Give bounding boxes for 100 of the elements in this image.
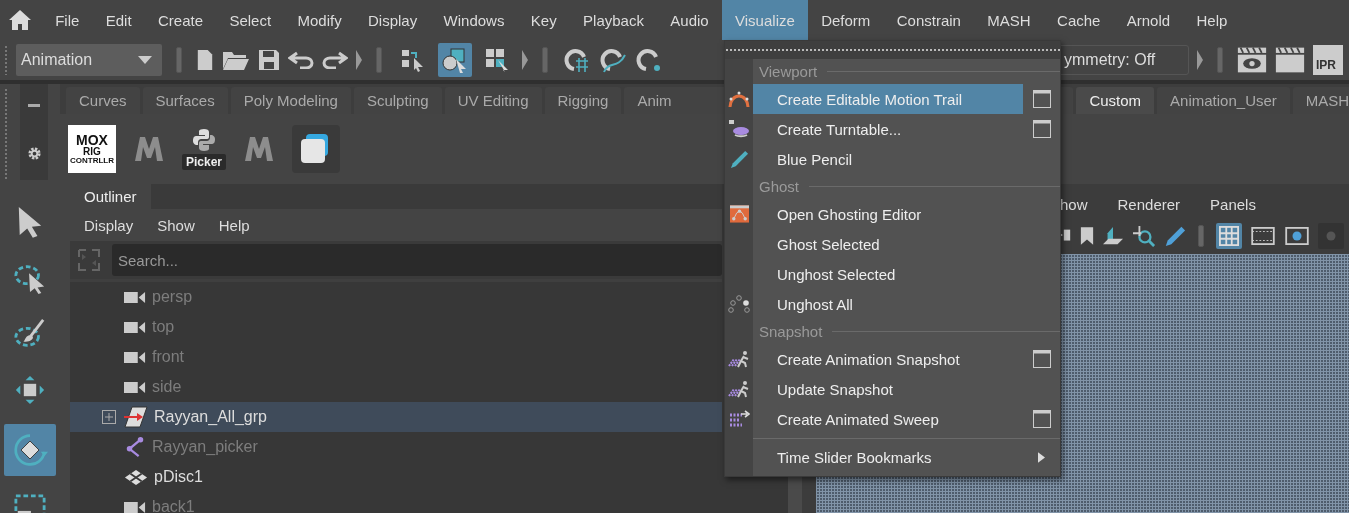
render-view-icon[interactable]: [1237, 46, 1267, 74]
snap-curve-icon[interactable]: [598, 47, 626, 73]
shelf-tab[interactable]: MASH: [1292, 87, 1349, 114]
python-icon[interactable]: [192, 128, 216, 152]
tear-off-handle[interactable]: [725, 41, 1060, 59]
shelf-tab[interactable]: Animation_User: [1157, 87, 1290, 114]
shelf-tab[interactable]: Curves: [66, 87, 140, 114]
menu-item[interactable]: Create Animated Sweep: [753, 404, 1023, 434]
menu-item[interactable]: Edit: [92, 0, 145, 40]
menu-item[interactable]: Constrain: [883, 0, 975, 40]
search-field[interactable]: Search...: [112, 244, 722, 276]
new-file-icon[interactable]: [196, 49, 214, 71]
rig-controller-logo[interactable]: MOX RIG CONTRLLR: [68, 125, 116, 173]
menu-section-title: Ghost: [758, 178, 801, 195]
menu-item[interactable]: Unghost Selected: [753, 259, 1023, 289]
menu-item[interactable]: Key: [517, 0, 570, 40]
undo-icon[interactable]: [288, 51, 314, 69]
shelf-tab[interactable]: Sculpting: [353, 87, 442, 114]
ghosting-editor-icon: [729, 205, 749, 223]
menu-item[interactable]: Deform: [808, 0, 884, 40]
m-logo-icon[interactable]: [134, 136, 164, 162]
menu-item[interactable]: how: [1060, 195, 1088, 213]
menu-item[interactable]: Create Animation Snapshot: [753, 344, 1023, 374]
snap-grid-icon[interactable]: [562, 47, 590, 73]
menu-section-title: Snapshot: [758, 323, 824, 340]
option-box-icon[interactable]: [1032, 410, 1051, 428]
menu-item[interactable]: Blue Pencil: [753, 144, 1023, 174]
zoom-icon[interactable]: [1132, 225, 1156, 247]
menu-section-title: Viewport: [758, 63, 819, 80]
redo-icon[interactable]: [322, 51, 348, 69]
shelf-tab[interactable]: Rigging: [544, 87, 622, 114]
mesh-icon: [124, 468, 148, 486]
menu-item[interactable]: Windows: [430, 0, 518, 40]
collapse-icon[interactable]: [28, 103, 40, 107]
option-box-icon[interactable]: [1032, 90, 1051, 108]
paint-select-icon: [14, 318, 46, 350]
settings-icon[interactable]: [26, 145, 42, 161]
snap-point-icon[interactable]: [634, 47, 662, 73]
menu-item[interactable]: Help: [218, 216, 250, 234]
menu-item[interactable]: Arnold: [1113, 0, 1184, 40]
mode-dropdown[interactable]: Animation: [16, 44, 162, 76]
shelf-tab[interactable]: Poly Modeling: [230, 87, 351, 114]
menu-item[interactable]: File: [42, 0, 93, 40]
menu-item[interactable]: Select: [216, 0, 285, 40]
menu-item[interactable]: Audio: [657, 0, 722, 40]
outliner-row[interactable]: Rayyan_All_grp: [70, 402, 722, 432]
bookmark-icon[interactable]: [1080, 226, 1094, 246]
panel-tab[interactable]: Outliner: [70, 184, 151, 209]
joint-icon: [124, 436, 146, 458]
dots-icon: [728, 295, 750, 313]
menu-item[interactable]: Create Turntable...: [753, 114, 1023, 144]
camera-icon: [124, 320, 146, 334]
caret-icon: [138, 56, 152, 64]
menu-item[interactable]: Renderer: [1117, 195, 1181, 213]
image-plane-icon[interactable]: [1102, 226, 1124, 246]
collapse-arrow-icon[interactable]: [1197, 48, 1203, 72]
menu-item[interactable]: Modify: [284, 0, 355, 40]
camera-icon: [124, 500, 146, 513]
menu-item[interactable]: Help: [1183, 0, 1241, 40]
app-tile-icon[interactable]: [292, 125, 341, 173]
outliner-row[interactable]: pDisc1: [70, 462, 722, 492]
menu-item[interactable]: Cache: [1043, 0, 1114, 40]
expand-icon[interactable]: [102, 410, 116, 424]
menu-item[interactable]: Unghost All: [753, 289, 1023, 319]
tool-button[interactable]: [4, 424, 56, 476]
viewport-toggle-button[interactable]: [1216, 223, 1242, 249]
menu-item[interactable]: Create: [144, 0, 217, 40]
menu-item[interactable]: Show: [157, 216, 195, 234]
selection-mode-button[interactable]: [438, 43, 472, 77]
menu-item[interactable]: Open Ghosting Editor: [753, 199, 1023, 229]
pencil-icon[interactable]: [1164, 225, 1186, 247]
save-icon[interactable]: [258, 49, 280, 71]
m-logo-icon[interactable]: [244, 136, 275, 162]
drag-handle[interactable]: [4, 88, 8, 180]
shelf-tab[interactable]: UV Editing: [444, 87, 542, 114]
collapse-arrow-icon[interactable]: [522, 48, 528, 72]
menu-item[interactable]: Ghost Selected: [753, 229, 1023, 259]
drag-handle[interactable]: [4, 45, 8, 75]
pencil-icon: [729, 149, 749, 169]
menu-item[interactable]: Time Slider Bookmarks: [753, 442, 1023, 472]
sweep-icon: [728, 410, 750, 428]
menu-item[interactable]: MASH: [974, 0, 1044, 40]
folder-icon[interactable]: [222, 49, 250, 71]
select-arrow-icon: [16, 206, 44, 238]
menu-item[interactable]: Display: [354, 0, 431, 40]
shelf-tab[interactable]: Custom: [1076, 87, 1155, 114]
collapse-arrow-icon[interactable]: [356, 48, 362, 72]
clapperboard-icon[interactable]: [1275, 46, 1305, 74]
option-box-icon[interactable]: [1032, 120, 1051, 138]
option-box-icon[interactable]: [1032, 350, 1051, 368]
home-icon[interactable]: [8, 9, 32, 31]
menu-item[interactable]: Playback: [569, 0, 658, 40]
menu-item[interactable]: Display: [84, 216, 134, 234]
separator-handle: [1198, 225, 1204, 247]
ipr-render-button[interactable]: IPR: [1313, 45, 1343, 75]
viewport-toggle-button[interactable]: [1318, 223, 1344, 249]
menu-item[interactable]: Update Snapshot: [753, 374, 1023, 404]
shelf-tab[interactable]: Surfaces: [142, 87, 228, 114]
separator-handle: [1217, 47, 1223, 73]
menu-item[interactable]: Panels: [1210, 195, 1256, 213]
